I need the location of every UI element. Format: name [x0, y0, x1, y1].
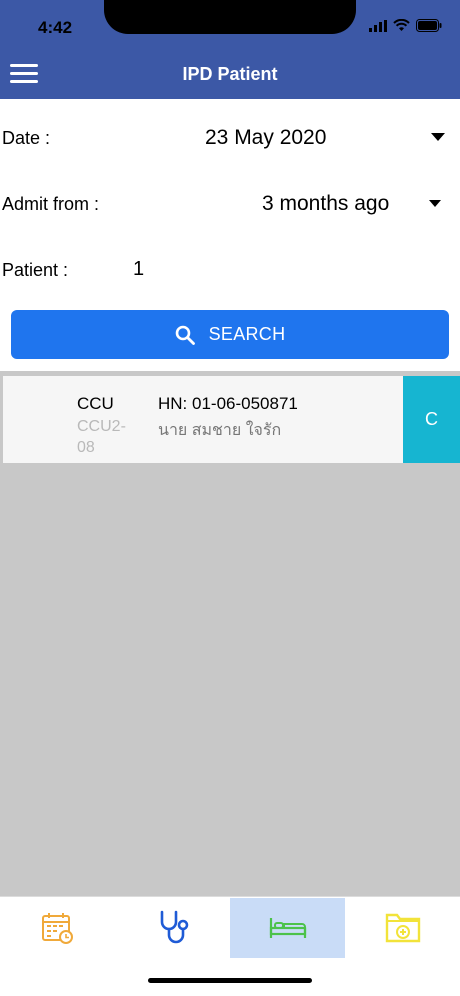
calendar-clock-icon [41, 913, 73, 944]
patient-list: CCU CCU2-08 HN: 01-06-050871 นาย สมชาย ใ… [0, 371, 460, 896]
device-notch [104, 0, 356, 34]
tab-records[interactable] [345, 898, 460, 958]
tab-ipd-patient[interactable] [230, 898, 345, 958]
signal-icon [369, 19, 387, 32]
search-button[interactable]: SEARCH [11, 310, 449, 359]
tab-examination[interactable] [115, 898, 230, 958]
admit-from-value[interactable]: 3 months ago [262, 192, 389, 216]
status-time: 4:42 [38, 18, 73, 37]
bed-icon [269, 918, 306, 938]
patient-count-row: Patient : 1 [0, 250, 460, 290]
date-value[interactable]: 23 May 2020 [205, 126, 326, 150]
admit-from-label: Admit from : [2, 194, 100, 214]
page-title: IPD Patient [182, 64, 278, 84]
search-icon [175, 325, 195, 345]
patient-label: Patient : [2, 260, 69, 280]
date-label: Date : [2, 128, 51, 148]
search-button-label: SEARCH [208, 324, 286, 344]
patient-ward: CCU [77, 394, 114, 413]
admit-from-dropdown-icon[interactable] [429, 200, 441, 207]
admit-from-filter-row[interactable]: Admit from : 3 months ago [0, 184, 460, 224]
home-indicator [148, 978, 312, 983]
battery-icon [416, 19, 442, 32]
patient-name: นาย สมชาย ใจรัก [158, 422, 282, 439]
status-icons [369, 19, 442, 32]
patient-card[interactable]: CCU CCU2-08 HN: 01-06-050871 นาย สมชาย ใ… [3, 376, 460, 463]
patient-bed: CCU2-08 [77, 418, 126, 456]
app-header: 4:42 IPD Patient [0, 0, 460, 99]
date-dropdown-icon[interactable] [431, 133, 445, 141]
wifi-icon [393, 19, 410, 31]
phone-screen: 4:42 IPD Patient Date : 23 May 2020 Admi… [0, 0, 460, 996]
patient-count: 1 [133, 258, 145, 280]
tab-schedule[interactable] [0, 898, 115, 958]
stethoscope-icon [160, 910, 188, 944]
patient-hn: HN: 01-06-050871 [158, 394, 298, 413]
patient-status-badge[interactable]: C [403, 376, 460, 463]
medical-folder-icon [385, 913, 420, 943]
date-filter-row[interactable]: Date : 23 May 2020 [0, 118, 460, 158]
